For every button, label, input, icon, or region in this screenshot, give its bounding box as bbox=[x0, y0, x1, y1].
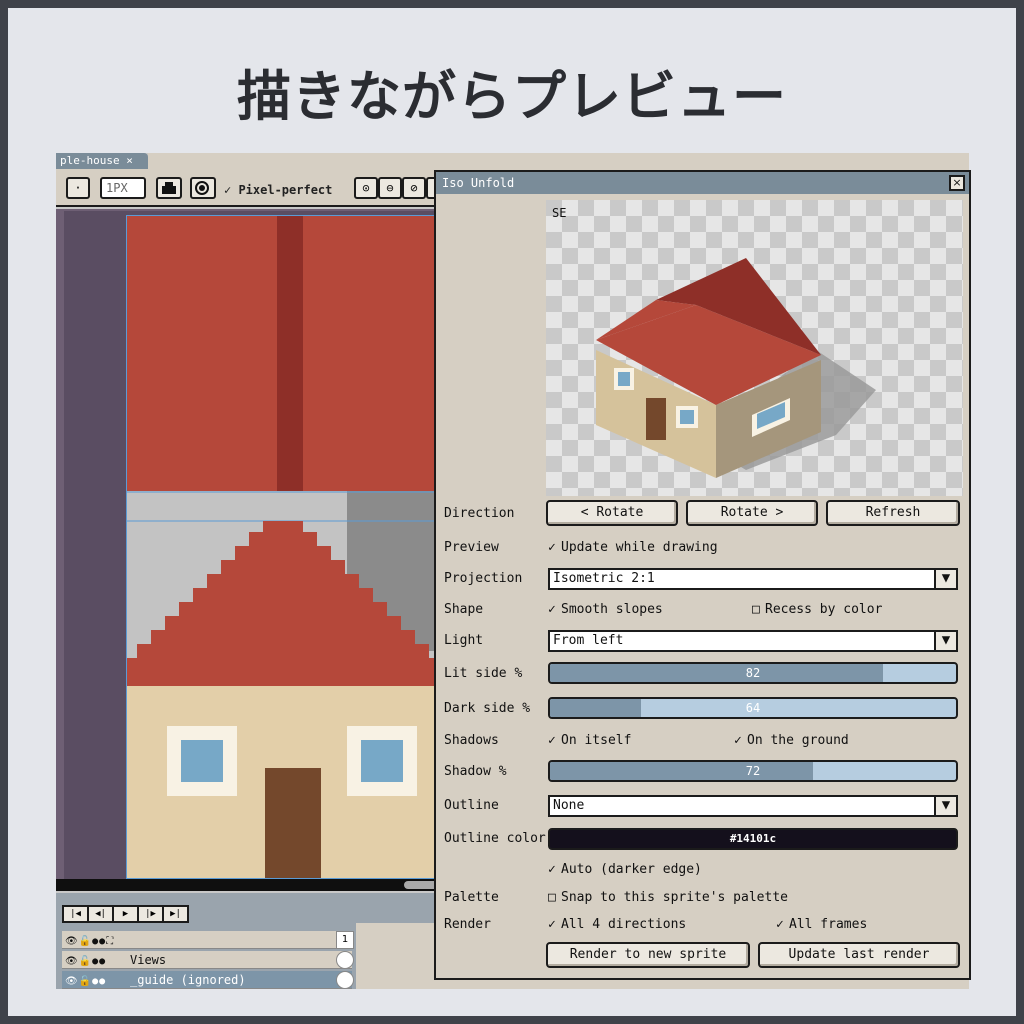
check-icon: ✓ bbox=[548, 540, 556, 555]
first-frame-button[interactable]: |◀ bbox=[62, 905, 89, 923]
outline-color-swatch[interactable]: #14101c bbox=[548, 828, 958, 850]
layer-toggle-icons[interactable]: 👁🔓●● bbox=[62, 953, 130, 971]
dialog-title: Iso Unfold bbox=[436, 172, 969, 194]
recess-by-color-checkbox[interactable]: □ Recess by color bbox=[752, 602, 882, 617]
chevron-down-icon[interactable]: ▼ bbox=[934, 568, 958, 590]
chevron-down-icon[interactable]: ▼ bbox=[934, 795, 958, 817]
tab-bar bbox=[148, 153, 969, 169]
render-label: Render bbox=[444, 917, 491, 932]
rotate-left-button[interactable]: < Rotate bbox=[546, 500, 678, 526]
lit-side-label: Lit side % bbox=[444, 666, 523, 681]
next-frame-button[interactable]: |▶ bbox=[137, 905, 164, 923]
auto-darker-edge-checkbox[interactable]: ✓ Auto (darker edge) bbox=[548, 862, 702, 877]
dark-side-slider[interactable]: 64 bbox=[548, 697, 958, 719]
front-door bbox=[265, 768, 321, 878]
slider-value: 82 bbox=[745, 666, 761, 680]
brush-size-field[interactable]: 1PX bbox=[100, 177, 146, 199]
layer-toggle-icons[interactable]: 👁🔓●●⛶ bbox=[62, 933, 130, 951]
palette-label: Palette bbox=[444, 890, 499, 905]
window-left-glass bbox=[181, 740, 223, 782]
check-icon: ✓ bbox=[734, 733, 742, 748]
direction-label: Direction bbox=[444, 506, 515, 521]
slide-frame: 描きながらプレビュー ple-house × · 1PX ✓ Pixel-per… bbox=[8, 8, 1016, 1016]
direction-indicator: SE bbox=[552, 206, 567, 220]
check-icon: ✓ bbox=[548, 733, 556, 748]
preview-label: Preview bbox=[444, 540, 499, 555]
outline-label: Outline bbox=[444, 798, 499, 813]
check-icon: ✓ bbox=[548, 917, 556, 932]
window-right-glass bbox=[361, 740, 403, 782]
check-icon: ✓ bbox=[776, 917, 784, 932]
rotate-right-button[interactable]: Rotate > bbox=[686, 500, 818, 526]
update-last-render-button[interactable]: Update last render bbox=[758, 942, 960, 968]
close-icon[interactable]: × bbox=[949, 175, 965, 191]
last-frame-button[interactable]: ▶| bbox=[162, 905, 189, 923]
iso-unfold-dialog: Iso Unfold × SE Direction < Rotate Rotat… bbox=[434, 170, 971, 980]
light-select[interactable]: From left ▼ bbox=[548, 630, 958, 652]
lit-side-slider[interactable]: 82 bbox=[548, 662, 958, 684]
smooth-slopes-checkbox[interactable]: ✓ Smooth slopes bbox=[548, 602, 663, 617]
play-button[interactable]: ▶ bbox=[112, 905, 139, 923]
document-tab[interactable]: ple-house × bbox=[56, 153, 148, 169]
projection-label: Projection bbox=[444, 571, 523, 586]
symmetry-b-icon[interactable]: ⊖ bbox=[378, 177, 402, 199]
playback-controls: |◀ ◀| ▶ |▶ ▶| bbox=[62, 905, 189, 923]
slider-value: 72 bbox=[745, 764, 761, 778]
dark-side-label: Dark side % bbox=[444, 701, 531, 716]
frame-number[interactable]: 1 bbox=[336, 931, 354, 949]
chevron-down-icon[interactable]: ▼ bbox=[934, 630, 958, 652]
check-icon: ✓ bbox=[224, 183, 239, 197]
update-while-drawing-checkbox[interactable]: ✓ Update while drawing bbox=[548, 540, 718, 555]
pixel-perfect-checkbox[interactable]: ✓ Pixel-perfect bbox=[224, 183, 332, 197]
layer-row[interactable]: 👁🔓●● _guide (ignored) bbox=[62, 971, 352, 989]
layer-cel[interactable] bbox=[336, 971, 354, 989]
shape-label: Shape bbox=[444, 602, 484, 617]
snap-palette-checkbox[interactable]: □ Snap to this sprite's palette bbox=[548, 890, 788, 905]
shadow-on-itself-checkbox[interactable]: ✓ On itself bbox=[548, 733, 631, 748]
shadows-label: Shadows bbox=[444, 733, 499, 748]
ink-icon[interactable] bbox=[156, 177, 182, 199]
iso-door bbox=[646, 398, 666, 440]
layer-row[interactable]: 👁🔓●● Views bbox=[62, 951, 352, 969]
previous-frame-button[interactable]: ◀| bbox=[87, 905, 114, 923]
check-icon: ✓ bbox=[548, 862, 556, 877]
refresh-button[interactable]: Refresh bbox=[826, 500, 960, 526]
check-icon: ✓ bbox=[548, 602, 556, 617]
headline: 描きながらプレビュー bbox=[237, 65, 787, 128]
roof-ridge bbox=[277, 216, 303, 491]
layer-cel[interactable] bbox=[336, 951, 354, 969]
outline-color-label: Outline color bbox=[444, 831, 546, 846]
light-label: Light bbox=[444, 633, 484, 648]
symmetry-a-icon[interactable]: ⊙ bbox=[354, 177, 378, 199]
slider-value: 64 bbox=[745, 701, 761, 715]
magnify-icon[interactable] bbox=[190, 177, 216, 199]
outline-select[interactable]: None ▼ bbox=[548, 795, 958, 817]
shadow-percent-slider[interactable]: 72 bbox=[548, 760, 958, 782]
symmetry-c-icon[interactable]: ⊘ bbox=[402, 177, 426, 199]
projection-select[interactable]: Isometric 2:1 ▼ bbox=[548, 568, 958, 590]
brush-type-button[interactable]: · bbox=[66, 177, 90, 199]
all-frames-checkbox[interactable]: ✓ All frames bbox=[776, 917, 867, 932]
sprite-canvas[interactable] bbox=[126, 215, 466, 879]
shadow-percent-label: Shadow % bbox=[444, 764, 507, 779]
all-directions-checkbox[interactable]: ✓ All 4 directions bbox=[548, 917, 686, 932]
render-new-sprite-button[interactable]: Render to new sprite bbox=[546, 942, 750, 968]
unchecked-box-icon: □ bbox=[752, 602, 760, 617]
unchecked-box-icon: □ bbox=[548, 890, 556, 905]
shadow-on-ground-checkbox[interactable]: ✓ On the ground bbox=[734, 733, 849, 748]
layer-toggle-icons[interactable]: 👁🔓●● bbox=[62, 973, 130, 989]
iso-preview: SE bbox=[546, 200, 963, 496]
layer-row[interactable]: 👁🔓●●⛶ bbox=[62, 931, 352, 949]
